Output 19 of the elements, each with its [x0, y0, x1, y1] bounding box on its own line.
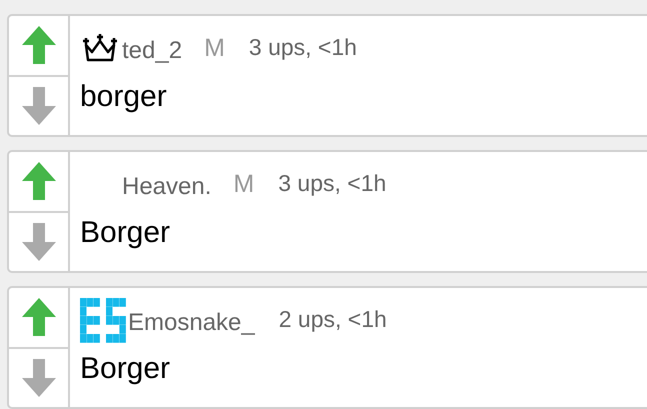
downvote-arrow-icon[interactable]: [22, 358, 56, 397]
upvote-arrow-icon[interactable]: [22, 298, 56, 336]
comment-meta: 2 ups, <1h: [278, 304, 387, 334]
mod-label: M: [204, 33, 225, 64]
comment-text: borger: [80, 79, 168, 115]
upvote-arrow-icon[interactable]: [22, 26, 56, 64]
upvote-arrow-icon[interactable]: [22, 162, 56, 200]
comment-text: Borger: [80, 351, 172, 387]
downvote-arrow-icon[interactable]: [22, 222, 56, 261]
comment-text: Borger: [80, 215, 172, 251]
pixel-logo-icon: [80, 298, 126, 342]
crown-icon: [80, 33, 120, 63]
comment-meta: 3 ups, <1h: [248, 32, 357, 62]
downvote-arrow-icon[interactable]: [22, 86, 56, 125]
username[interactable]: Emosnake_: [128, 305, 255, 341]
username[interactable]: Heaven.: [122, 169, 212, 205]
username[interactable]: ted_2: [122, 33, 182, 69]
mod-label: M: [233, 169, 254, 200]
comment-meta: 3 ups, <1h: [278, 168, 386, 198]
